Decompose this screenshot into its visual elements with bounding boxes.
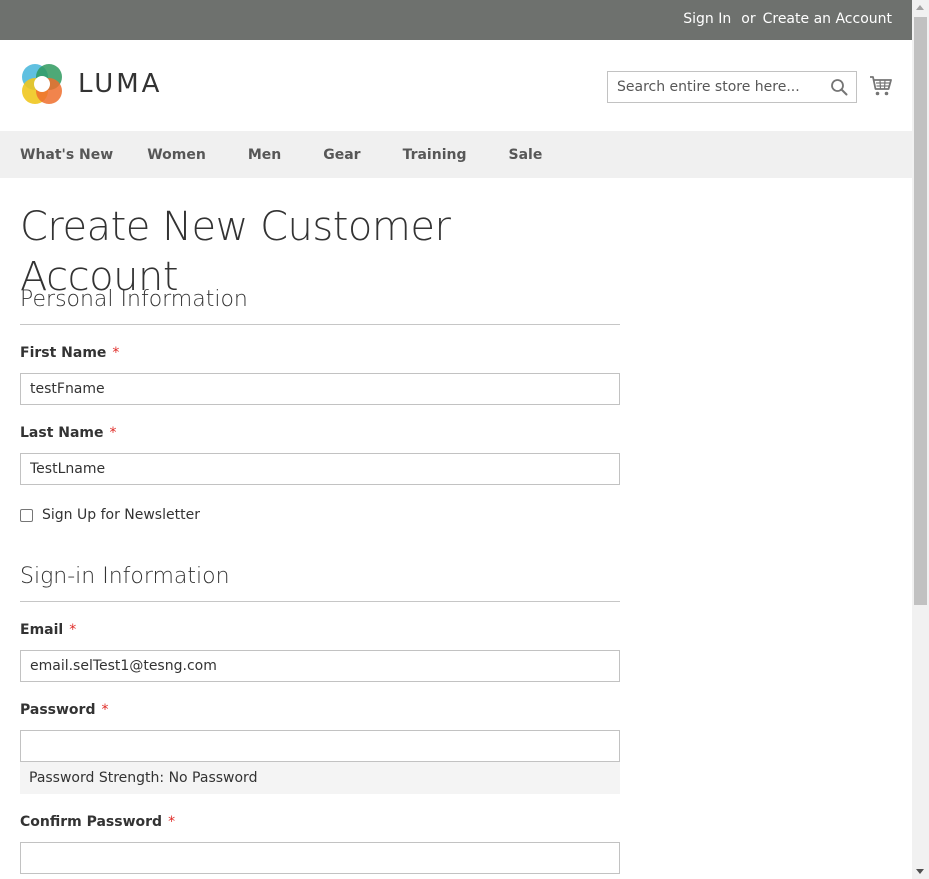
first-name-input[interactable] <box>20 373 620 405</box>
main-content: Create New Customer Account Personal Inf… <box>20 178 620 874</box>
luma-logo-icon <box>22 64 62 104</box>
top-panel: Sign In or Create an Account <box>0 0 912 40</box>
search-icon[interactable] <box>830 78 848 96</box>
required-asterisk: * <box>109 425 117 441</box>
last-name-field: Last Name * <box>20 425 620 485</box>
first-name-field: First Name * <box>20 345 620 405</box>
required-asterisk: * <box>168 814 176 830</box>
personal-information-fieldset: Personal Information First Name * Last Na… <box>20 286 620 523</box>
search-input[interactable] <box>608 72 818 102</box>
scroll-up-arrow-icon[interactable] <box>916 5 924 10</box>
password-label: Password * <box>20 702 620 720</box>
nav-item-training[interactable]: Training <box>403 147 467 163</box>
logo-text: LUMA <box>78 69 163 99</box>
main-navigation: What's New Women Men Gear Training Sale <box>0 131 912 178</box>
vertical-scrollbar[interactable] <box>912 0 929 879</box>
password-strength-meter: Password Strength: No Password <box>20 762 620 794</box>
confirm-password-label: Confirm Password * <box>20 814 620 832</box>
nav-item-sale[interactable]: Sale <box>508 147 542 163</box>
required-asterisk: * <box>101 702 109 718</box>
confirm-password-input[interactable] <box>20 842 620 874</box>
first-name-label: First Name * <box>20 345 620 363</box>
header: LUMA <box>0 40 912 131</box>
last-name-label: Last Name * <box>20 425 620 443</box>
newsletter-option[interactable]: Sign Up for Newsletter <box>20 507 620 523</box>
scroll-down-arrow-icon[interactable] <box>916 869 924 874</box>
confirm-password-label-text: Confirm Password <box>20 814 163 830</box>
create-account-link[interactable]: Create an Account <box>763 11 892 27</box>
personal-information-legend: Personal Information <box>20 286 620 325</box>
header-links: Sign In or Create an Account <box>683 11 892 27</box>
nav-item-men[interactable]: Men <box>248 147 281 163</box>
email-field: Email * <box>20 622 620 682</box>
sign-in-information-fieldset: Sign-in Information Email * Password * Pas… <box>20 563 620 874</box>
scrollbar-thumb[interactable] <box>914 17 927 605</box>
page-title: Create New Customer Account <box>20 204 451 300</box>
required-asterisk: * <box>112 345 120 361</box>
logo[interactable]: LUMA <box>20 62 162 106</box>
last-name-input[interactable] <box>20 453 620 485</box>
nav-item-whats-new[interactable]: What's New <box>20 147 113 163</box>
nav-item-gear[interactable]: Gear <box>323 147 360 163</box>
first-name-label-text: First Name <box>20 345 107 361</box>
page: Sign In or Create an Account LUMA Search… <box>0 0 912 879</box>
confirm-password-field: Confirm Password * <box>20 814 620 874</box>
search-box <box>607 71 857 103</box>
or-separator: or <box>741 11 756 27</box>
password-label-text: Password <box>20 702 96 718</box>
email-label-text: Email <box>20 622 64 638</box>
last-name-label-text: Last Name <box>20 425 104 441</box>
sign-in-link[interactable]: Sign In <box>683 11 731 27</box>
newsletter-label[interactable]: Sign Up for Newsletter <box>42 507 200 523</box>
password-input[interactable] <box>20 730 620 762</box>
required-asterisk: * <box>69 622 77 638</box>
email-input[interactable] <box>20 650 620 682</box>
newsletter-checkbox[interactable] <box>20 508 33 522</box>
sign-in-information-legend: Sign-in Information <box>20 563 620 602</box>
shopping-cart-icon[interactable] <box>869 74 893 98</box>
nav-item-women[interactable]: Women <box>147 147 206 163</box>
password-field: Password * Password Strength: No Password <box>20 702 620 794</box>
email-label: Email * <box>20 622 620 640</box>
